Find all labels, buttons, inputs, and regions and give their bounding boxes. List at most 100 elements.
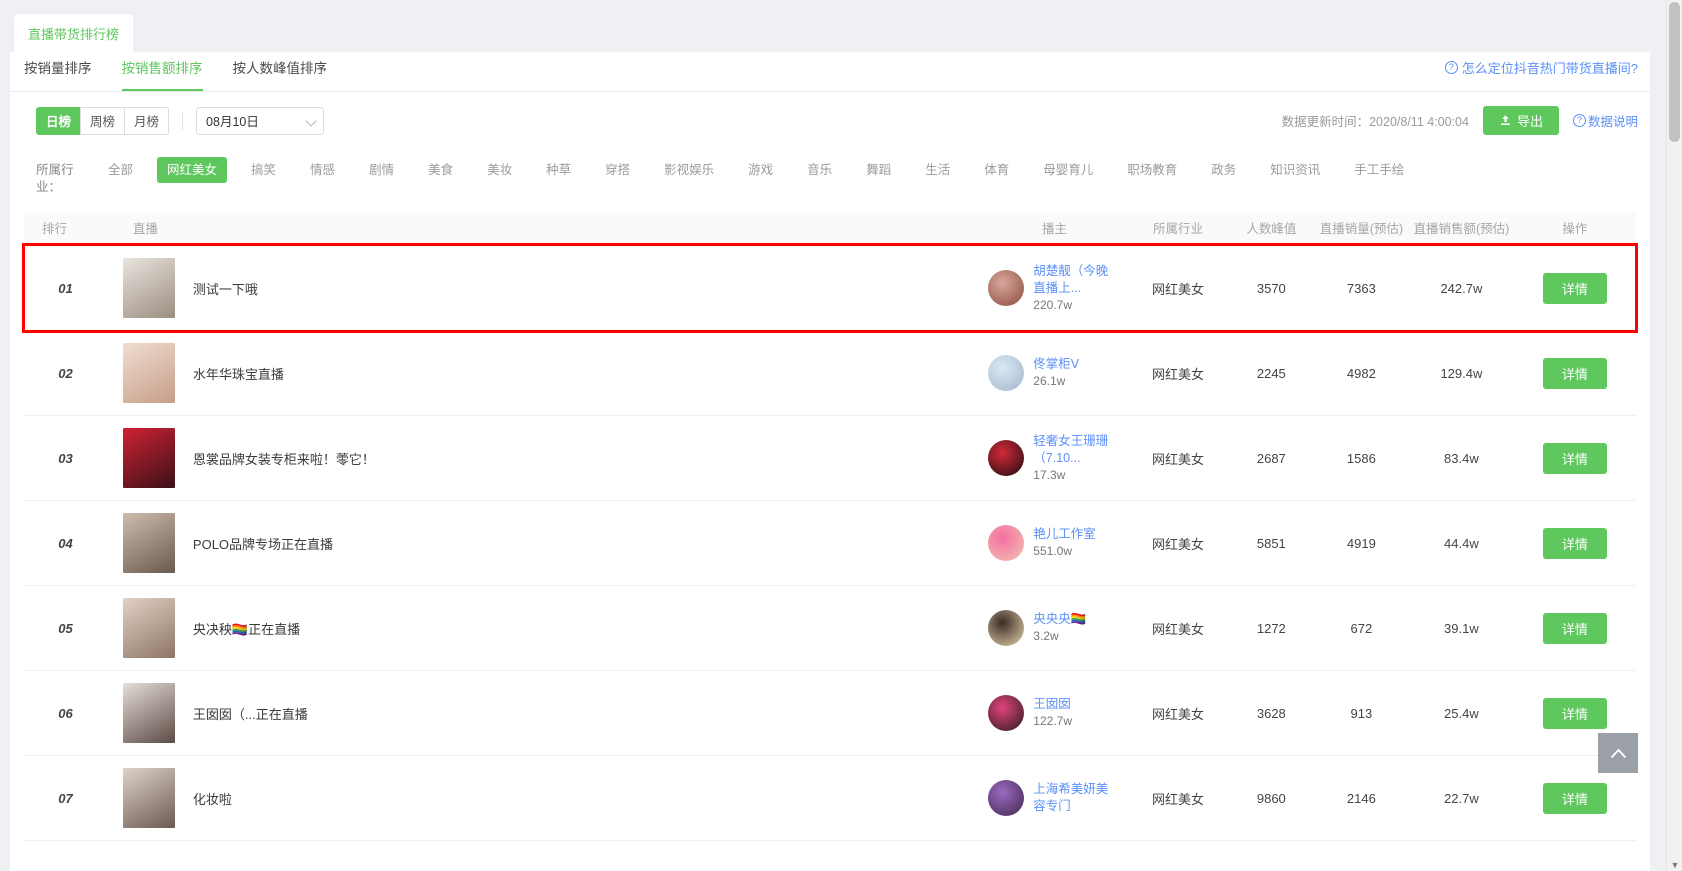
industry-chip-label: 舞蹈 <box>866 163 892 177</box>
cell-gmv: 83.4w <box>1409 415 1514 501</box>
table-row[interactable]: 07 化妆啦 上海希美妍美容专门 网红美女 9860 2146 22.7w 详情 <box>24 755 1636 841</box>
industry-chip-8[interactable]: 穿搭 <box>595 157 640 183</box>
anchor-name-link[interactable]: 艳儿工作室 <box>1033 526 1096 543</box>
cell-live: 化妆啦 <box>92 755 983 841</box>
module-tabbar: 直播带货排行榜 <box>10 14 1650 52</box>
industry-chip-18[interactable]: 知识资讯 <box>1260 157 1330 183</box>
page-scrollbar[interactable]: ▼ <box>1666 0 1682 871</box>
industry-chip-5[interactable]: 美食 <box>418 157 463 183</box>
live-thumbnail[interactable] <box>122 598 175 658</box>
industry-chip-9[interactable]: 影视娱乐 <box>654 157 724 183</box>
industry-chip-13[interactable]: 生活 <box>915 157 960 183</box>
cell-industry: 网红美女 <box>1126 755 1230 841</box>
avatar[interactable] <box>988 270 1025 306</box>
help-link[interactable]: ? 怎么定位抖音热门带货直播间? <box>1444 58 1638 77</box>
table-row[interactable]: 01 测试一下哦 胡楚靓（今晚直播上... 220.7w 网红美女 3570 7363 242… <box>24 246 1636 331</box>
table-row[interactable]: 02 水年华珠宝直播 佟掌柜V 26.1w 网红美女 2245 4982 129.4w 详情 <box>24 330 1636 416</box>
avatar[interactable] <box>988 355 1025 391</box>
cell-industry: 网红美女 <box>1126 500 1230 586</box>
period-option-weekly[interactable]: 周榜 <box>80 106 126 135</box>
tab-live-commerce-ranking[interactable]: 直播带货排行榜 <box>14 14 134 52</box>
back-to-top-button[interactable] <box>1598 733 1638 773</box>
anchor-name-link[interactable]: 胡楚靓（今晚直播上... <box>1033 263 1109 297</box>
anchor-name-link[interactable]: 央央央🏳️‍🌈 <box>1033 611 1086 628</box>
tab-label: 直播带货排行榜 <box>28 26 120 42</box>
live-thumbnail[interactable] <box>122 768 175 828</box>
table-row[interactable]: 05 央决秧🏳️‍🌈正在直播 央央央🏳️‍🌈 3.2w 网红美女 1272 672 39.1w… <box>24 585 1636 671</box>
filter-bar: 日榜 周榜 月榜 08月10日 数据更新时间：2020/8/11 4:00:04 <box>10 92 1650 149</box>
live-title: POLO品牌专场正在直播 <box>192 536 334 552</box>
anchor-name-link[interactable]: 轻奢女王珊珊（7.10... <box>1033 433 1109 467</box>
cell-sales: 672 <box>1313 585 1410 671</box>
avatar[interactable] <box>988 610 1025 646</box>
cell-live: 王囡囡（...正在直播 <box>92 670 983 756</box>
detail-button[interactable]: 详情 <box>1542 612 1607 644</box>
avatar[interactable] <box>988 695 1025 731</box>
cell-rank: 04 <box>24 500 93 586</box>
tab-sort-by-gmv[interactable]: 按销售额排序 <box>121 52 203 92</box>
industry-chip-10[interactable]: 游戏 <box>738 157 783 183</box>
col-header-industry: 所属行业 <box>1126 212 1230 246</box>
chevron-up-icon <box>1610 748 1626 758</box>
table-row[interactable]: 06 王囡囡（...正在直播 王囡囡 122.7w 网红美女 3628 913 25.4w 详情 <box>24 670 1636 756</box>
cell-operation: 详情 <box>1513 585 1636 671</box>
industry-chip-17[interactable]: 政务 <box>1201 157 1246 183</box>
industry-chip-3[interactable]: 情感 <box>300 157 345 183</box>
live-thumbnail[interactable] <box>122 258 175 318</box>
tab-sort-by-peak-viewers[interactable]: 按人数峰值排序 <box>233 52 328 92</box>
cell-peak: 2245 <box>1229 330 1314 416</box>
export-button[interactable]: 导出 <box>1482 106 1559 135</box>
cell-anchor: 轻奢女王珊珊（7.10... 17.3w <box>982 415 1127 501</box>
period-option-monthly[interactable]: 月榜 <box>124 106 170 135</box>
page-scrollbar-thumb[interactable] <box>1669 2 1680 142</box>
live-title: 央决秧🏳️‍🌈正在直播 <box>192 621 301 637</box>
table-row[interactable]: 03 恩裳品牌女装专柜来啦！蕶它！ 轻奢女王珊珊（7.10... 17.3w 网红美女 2… <box>24 415 1636 501</box>
industry-chip-1[interactable]: 网红美女 <box>157 157 228 183</box>
anchor-name-link[interactable]: 佟掌柜V <box>1033 356 1079 373</box>
live-thumbnail[interactable] <box>122 343 175 403</box>
date-select[interactable]: 08月10日 <box>196 106 325 135</box>
cell-operation: 详情 <box>1513 500 1636 586</box>
detail-button[interactable]: 详情 <box>1542 357 1607 389</box>
avatar[interactable] <box>988 440 1025 476</box>
industry-chip-15[interactable]: 母婴育儿 <box>1033 157 1103 183</box>
cell-live: 央决秧🏳️‍🌈正在直播 <box>92 585 983 671</box>
industry-chip-6[interactable]: 美妆 <box>477 157 522 183</box>
industry-chip-11[interactable]: 音乐 <box>797 157 842 183</box>
industry-chip-label: 政务 <box>1211 163 1237 177</box>
anchor-fans-count: 220.7w <box>1033 297 1072 312</box>
data-note-link[interactable]: ? 数据说明 <box>1572 111 1638 130</box>
industry-chip-0[interactable]: 全部 <box>98 157 143 183</box>
industry-chip-7[interactable]: 种草 <box>536 157 581 183</box>
period-option-daily[interactable]: 日榜 <box>36 106 82 135</box>
anchor-name-link[interactable]: 上海希美妍美容专门 <box>1033 781 1109 815</box>
industry-chip-19[interactable]: 手工手绘 <box>1344 157 1414 183</box>
scrollbar-down-arrow-icon[interactable]: ▼ <box>1670 860 1680 870</box>
detail-button[interactable]: 详情 <box>1542 782 1607 814</box>
live-thumbnail[interactable] <box>122 683 175 743</box>
live-title: 王囡囡（...正在直播 <box>192 706 308 722</box>
industry-chip-12[interactable]: 舞蹈 <box>856 157 901 183</box>
detail-button[interactable]: 详情 <box>1542 697 1607 729</box>
industry-chip-label: 职场教育 <box>1127 163 1178 177</box>
avatar[interactable] <box>988 525 1025 561</box>
cell-industry: 网红美女 <box>1126 585 1230 671</box>
industry-chip-14[interactable]: 体育 <box>974 157 1019 183</box>
cell-sales: 4982 <box>1313 330 1410 416</box>
detail-button[interactable]: 详情 <box>1542 527 1607 559</box>
anchor-name-link[interactable]: 王囡囡 <box>1033 696 1072 713</box>
detail-button[interactable]: 详情 <box>1542 442 1607 474</box>
industry-chip-2[interactable]: 搞笑 <box>241 157 286 183</box>
avatar[interactable] <box>988 780 1025 816</box>
industry-filter-label: 所属行业： <box>36 163 74 194</box>
live-thumbnail[interactable] <box>122 513 175 573</box>
table-row[interactable]: 04 POLO品牌专场正在直播 艳儿工作室 551.0w 网红美女 5851 4919 44.… <box>24 500 1636 586</box>
col-header-spacer <box>693 212 983 246</box>
industry-chip-4[interactable]: 剧情 <box>359 157 404 183</box>
detail-button[interactable]: 详情 <box>1542 272 1607 304</box>
sort-tabs: 按销量排序 按销售额排序 按人数峰值排序 ? 怎么定位抖音热门带货直播间? <box>10 52 1650 92</box>
industry-chip-16[interactable]: 职场教育 <box>1117 157 1187 183</box>
cell-industry: 网红美女 <box>1126 330 1230 416</box>
tab-sort-by-volume[interactable]: 按销量排序 <box>24 52 92 92</box>
live-thumbnail[interactable] <box>122 428 175 488</box>
